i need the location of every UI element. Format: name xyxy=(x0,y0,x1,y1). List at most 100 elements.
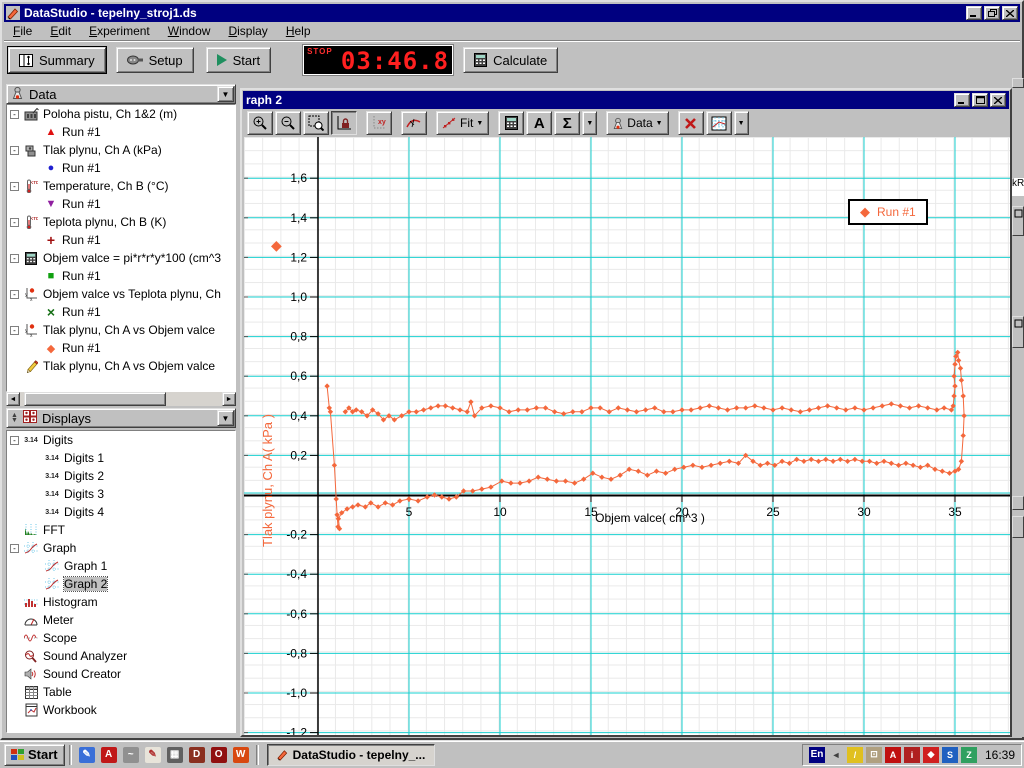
display-item[interactable]: Scope xyxy=(7,629,235,647)
ati-tray-icon[interactable]: A xyxy=(885,747,901,763)
menu-edit[interactable]: Edit xyxy=(41,22,80,40)
data-item[interactable]: -Tlak plynu, Ch A (kPa) xyxy=(7,141,235,159)
graph-close-button[interactable] xyxy=(990,93,1006,107)
menu-file[interactable]: File xyxy=(4,22,41,40)
data-menu-button[interactable]: Data ▼ xyxy=(606,111,668,135)
brush-tray-icon[interactable]: / xyxy=(847,747,863,763)
zoom-in-button[interactable] xyxy=(247,111,273,135)
close-button[interactable] xyxy=(1002,6,1018,20)
y-axis-title[interactable]: Tlak plynu, Ch A( kPa ) xyxy=(260,371,276,591)
collapse-toggle-icon[interactable]: - xyxy=(10,436,19,445)
taskbar-clock[interactable]: 16:39 xyxy=(985,748,1015,762)
display-item[interactable]: Table xyxy=(7,683,235,701)
y-axis-series-icon[interactable]: ◆ xyxy=(271,237,282,254)
display-item[interactable]: Histogram xyxy=(7,593,235,611)
graph-title-bar[interactable]: raph 2 xyxy=(243,91,1009,109)
statistics-dropdown[interactable]: ▼ xyxy=(582,111,597,135)
scroll-thumb[interactable] xyxy=(24,392,166,406)
display-child-item[interactable]: Graph 1 xyxy=(7,557,235,575)
text-tool-button[interactable]: A xyxy=(526,111,552,135)
background-window-fragment[interactable] xyxy=(1012,316,1024,348)
paint-quicklaunch-icon[interactable]: ✎ xyxy=(143,745,163,765)
data-panel-header[interactable]: Data ▼ xyxy=(6,84,236,104)
summary-button[interactable]: Summary xyxy=(8,47,106,73)
collapse-toggle-icon[interactable]: - xyxy=(10,290,19,299)
data-item[interactable]: -Objem valce = pi*r*r*y*100 (cm^3 xyxy=(7,249,235,267)
fit-button[interactable]: Fit ▼ xyxy=(436,111,489,135)
zoom-select-button[interactable] xyxy=(303,111,329,135)
language-indicator[interactable]: En xyxy=(809,747,825,763)
zoom-out-button[interactable] xyxy=(275,111,301,135)
notes-quicklaunch-icon[interactable]: ✎ xyxy=(77,745,97,765)
menu-display[interactable]: Display xyxy=(219,22,276,40)
display-item[interactable]: Meter xyxy=(7,611,235,629)
legend[interactable]: ◆ Run #1 xyxy=(848,199,928,225)
statistics-button[interactable]: Σ xyxy=(554,111,580,135)
background-window-fragment[interactable] xyxy=(1012,516,1024,538)
data-item[interactable]: -KTDTeplota plynu, Ch B (K) xyxy=(7,213,235,231)
collapse-toggle-icon[interactable]: - xyxy=(10,544,19,553)
calculator-quicklaunch-icon[interactable]: ▦ xyxy=(165,745,185,765)
data-item[interactable]: -yxObjem valce vs Teplota plynu, Ch xyxy=(7,285,235,303)
collapse-toggle-icon[interactable]: - xyxy=(10,182,19,191)
display-item[interactable]: FFT xyxy=(7,521,235,539)
scale-to-fit-button[interactable] xyxy=(331,111,357,135)
acrobat-quicklaunch-icon[interactable]: A xyxy=(99,745,119,765)
smart-tool-button[interactable] xyxy=(401,111,427,135)
background-window-fragment[interactable] xyxy=(1012,206,1024,236)
display-child-item[interactable]: 3.14Digits 2 xyxy=(7,467,235,485)
data-item[interactable]: -KTDTemperature, Ch B (°C) xyxy=(7,177,235,195)
scheduler-tray-icon[interactable]: ⊡ xyxy=(866,747,882,763)
data-item[interactable]: -yxTlak plynu, Ch A vs Objem valce xyxy=(7,321,235,339)
menu-help[interactable]: Help xyxy=(277,22,320,40)
data-panel-dropdown[interactable]: ▼ xyxy=(217,86,234,102)
graph-settings-button[interactable] xyxy=(706,111,732,135)
display-item[interactable]: -Graph xyxy=(7,539,235,557)
displays-panel-dropdown[interactable]: ▼ xyxy=(217,410,234,426)
display-child-item[interactable]: 3.14Digits 3 xyxy=(7,485,235,503)
delete-button[interactable] xyxy=(678,111,704,135)
run-item[interactable]: ▼Run #1 xyxy=(7,195,235,213)
menu-window[interactable]: Window xyxy=(159,22,220,40)
menu-experiment[interactable]: Experiment xyxy=(80,22,159,40)
restore-button[interactable] xyxy=(984,6,1000,20)
display-item[interactable]: Sound Creator xyxy=(7,665,235,683)
graph-minimize-button[interactable] xyxy=(954,93,970,107)
run-item[interactable]: ×Run #1 xyxy=(7,303,235,321)
collapse-toggle-icon[interactable]: - xyxy=(10,218,19,227)
volume-tray-icon[interactable]: ◄ xyxy=(828,747,844,763)
collapse-toggle-icon[interactable]: - xyxy=(10,326,19,335)
collapse-toggle-icon[interactable]: - xyxy=(10,146,19,155)
display-child-item[interactable]: 3.14Digits 1 xyxy=(7,449,235,467)
displays-panel-header[interactable]: ▲▼ Displays ▼ xyxy=(6,408,236,428)
data-item[interactable]: Tlak plynu, Ch A vs Objem valce xyxy=(7,357,235,375)
data-tree-hscrollbar[interactable]: ◄ ► xyxy=(6,392,236,406)
display-child-item[interactable]: 3.14Digits 4 xyxy=(7,503,235,521)
background-window-text[interactable]: kR xyxy=(1012,178,1024,196)
run-item[interactable]: ●Run #1 xyxy=(7,159,235,177)
x-axis-title[interactable]: Objem valce( cm^3 ) xyxy=(544,511,756,525)
datastudio-task-button[interactable]: DataStudio - tepelny_... xyxy=(267,744,435,766)
graph-calculate-button[interactable] xyxy=(498,111,524,135)
run-item[interactable]: ■Run #1 xyxy=(7,267,235,285)
minimize-button[interactable] xyxy=(966,6,982,20)
setup-button[interactable]: Setup xyxy=(116,47,194,73)
bird-quicklaunch-icon[interactable]: ~ xyxy=(121,745,141,765)
collapse-toggle-icon[interactable]: - xyxy=(10,254,19,263)
connect-tray-icon[interactable]: Z xyxy=(961,747,977,763)
background-window-fragment[interactable] xyxy=(1012,78,1024,88)
data-item[interactable]: -Poloha pistu, Ch 1&2 (m) xyxy=(7,105,235,123)
scroll-left-icon[interactable]: ◄ xyxy=(6,392,20,406)
graph-maximize-button[interactable] xyxy=(972,93,988,107)
start-button[interactable]: Start xyxy=(206,47,271,73)
plot-area[interactable]: 1,61,41,21,00,80,60,40,2-0,2-0,4-0,6-0,8… xyxy=(244,137,1010,735)
run-item[interactable]: ◆Run #1 xyxy=(7,339,235,357)
dragon-quicklaunch-icon[interactable]: D xyxy=(187,745,207,765)
panel-splitter-icon[interactable]: ▲▼ xyxy=(11,413,18,423)
scroll-right-icon[interactable]: ► xyxy=(222,392,236,406)
run-item[interactable]: +Run #1 xyxy=(7,231,235,249)
start-menu-button[interactable]: Start xyxy=(4,744,65,766)
mascot-tray-icon[interactable]: i xyxy=(904,747,920,763)
collapse-toggle-icon[interactable]: - xyxy=(10,110,19,119)
title-bar[interactable]: DataStudio - tepelny_stroj1.ds xyxy=(4,4,1020,22)
